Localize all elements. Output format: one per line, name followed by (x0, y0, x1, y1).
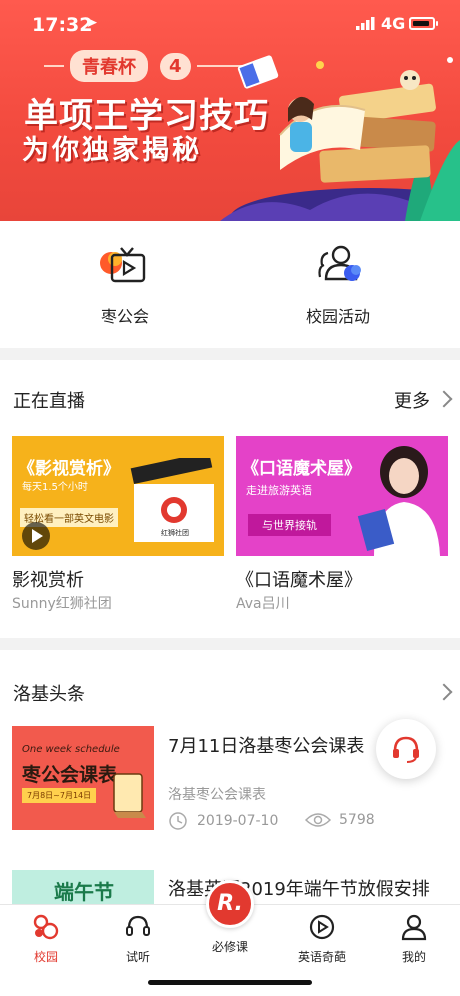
clock-icon (169, 812, 187, 830)
campus-icon (33, 914, 59, 940)
tab-label: 校园 (33, 950, 58, 964)
news-views: 5798 (305, 811, 375, 829)
banner-illustration (220, 55, 460, 221)
news-date: 2019-07-10 (168, 811, 278, 831)
banner-tag: 青春杯 (70, 50, 148, 82)
thumb-title: 枣公会课表 (22, 764, 118, 786)
news-thumbnail[interactable]: One week schedule 枣公会课表 7月8日~7月14日 (12, 726, 154, 830)
poster-line: 每天1.5个小时 (22, 482, 88, 493)
chevron-right-icon[interactable] (435, 683, 453, 701)
tab-english-qipa[interactable]: 英语奇葩 (276, 913, 368, 965)
tab-label: 英语奇葩 (297, 950, 346, 964)
more-link[interactable]: 更多 (394, 387, 430, 413)
news-source: 洛基枣公会课表 (168, 787, 266, 803)
section-divider (0, 348, 460, 360)
banner-tag-number: 4 (160, 52, 191, 80)
play-icon (32, 529, 43, 543)
tab-mine[interactable]: 我的 (368, 913, 460, 965)
thumb-caption: One week schedule (22, 744, 120, 755)
news-views-count: 5798 (339, 812, 375, 828)
category-campus-activities[interactable]: 校园活动 (273, 243, 403, 327)
news-date-text: 2019-07-10 (197, 813, 279, 829)
poster-line: 与世界接轨 (248, 514, 331, 536)
category-zaogonghui[interactable]: 枣公会 (60, 243, 190, 327)
eye-icon (305, 813, 331, 827)
tab-campus[interactable]: 校园 (0, 913, 92, 965)
category-row: 枣公会 校园活动 (0, 221, 460, 348)
battery-icon (409, 17, 438, 30)
poster-brand: 红狮社团 (161, 529, 189, 537)
host-portrait (357, 446, 440, 556)
headset-icon (393, 736, 419, 763)
thumb-title: 端午节 (54, 880, 114, 904)
play-button[interactable] (22, 522, 50, 550)
chevron-right-icon[interactable] (435, 390, 453, 408)
thumb-date: 7月8日~7月14日 (22, 788, 97, 803)
user-icon (401, 914, 427, 941)
live-card-film[interactable]: 《影视赏析》 每天1.5个小时 轻松看一部英文电影 红狮社团 (12, 436, 224, 556)
poster-title: 《口语魔术屋》 (242, 459, 361, 479)
status-time: 17:32 (32, 14, 93, 36)
location-arrow-icon: ➤ (86, 15, 98, 31)
news-thumbnail[interactable]: 端午节 (12, 870, 154, 904)
required-course-button[interactable]: R. (206, 880, 254, 928)
customer-service-button[interactable] (376, 719, 436, 779)
headset-icon (126, 915, 150, 936)
banner-subline: 为你独家揭秘 (22, 135, 202, 166)
section-divider (0, 638, 460, 650)
tab-label: 我的 (401, 950, 426, 964)
tab-trial[interactable]: 试听 (92, 913, 184, 965)
category-label: 校园活动 (305, 307, 370, 326)
poster-title: 《影视赏析》 (18, 459, 120, 479)
live-card-host: Ava吕川 (236, 596, 290, 612)
signal-icon (356, 17, 375, 30)
live-card-oral[interactable]: 《口语魔术屋》 走进旅游英语 与世界接轨 (236, 436, 448, 556)
tab-label: 试听 (125, 950, 150, 964)
news-section-title: 洛基头条 (13, 684, 85, 705)
poster-line: 走进旅游英语 (246, 484, 312, 497)
play-circle-icon (309, 914, 335, 940)
category-label: 枣公会 (100, 307, 149, 326)
book-illustration (113, 773, 146, 818)
home-indicator[interactable] (148, 980, 312, 985)
people-icon (318, 245, 361, 281)
live-section-title: 正在直播 (13, 391, 85, 412)
news-title[interactable]: 7月11日洛基枣公会课表 (168, 732, 364, 758)
promo-banner[interactable]: 17:32 ➤ 4G 青春杯 4 单项王学习技巧 为你独家揭秘 (0, 0, 460, 221)
live-card-title[interactable]: 《口语魔术屋》 (236, 566, 362, 592)
network-label: 4G (381, 14, 406, 33)
tv-play-icon (100, 247, 146, 283)
live-card-title[interactable]: 影视赏析 (12, 566, 84, 592)
logo-r-icon: R. (217, 891, 243, 916)
live-card-host: Sunny红狮社团 (12, 596, 112, 612)
tab-label-required-course[interactable]: 必修课 (196, 938, 264, 955)
